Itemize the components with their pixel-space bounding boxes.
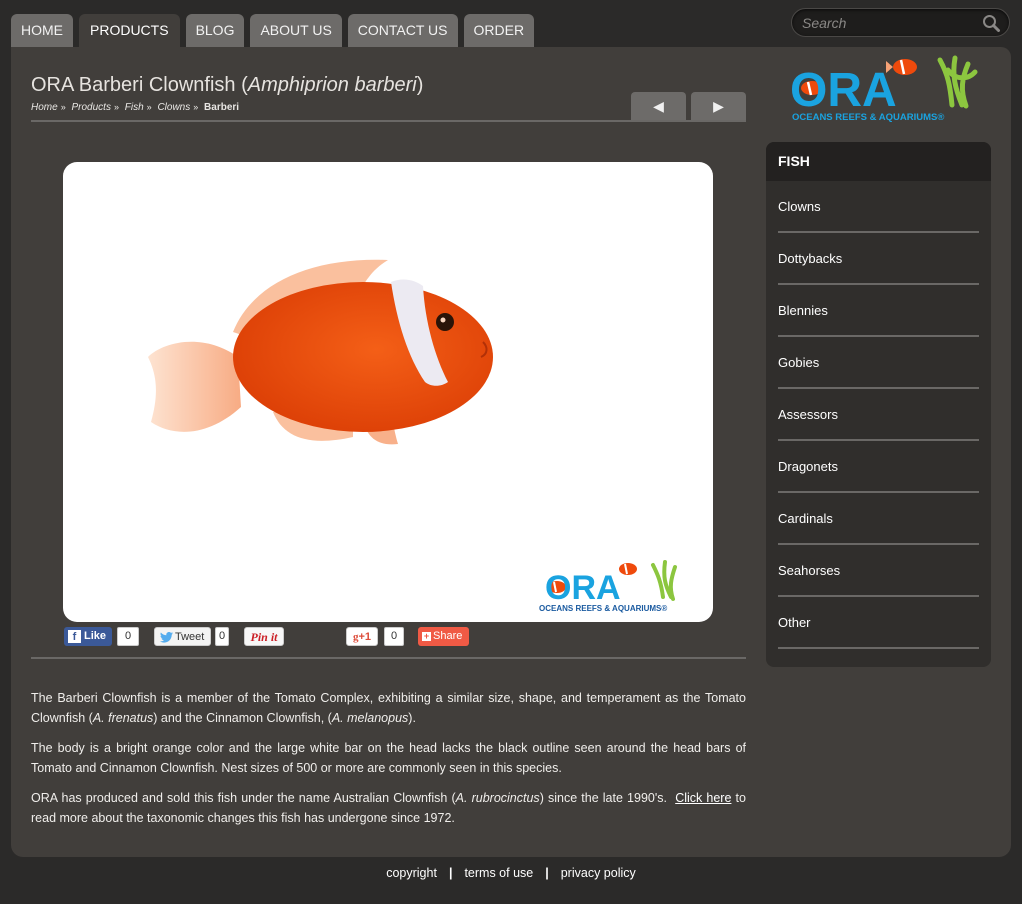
breadcrumb-products[interactable]: Products — [71, 102, 110, 113]
tweet-count: 0 — [215, 627, 229, 646]
twitter-icon — [160, 632, 173, 643]
svg-text:ORA: ORA — [790, 64, 897, 117]
main-nav: HOME PRODUCTS BLOG ABOUT US CONTACT US O… — [11, 14, 535, 47]
plus-icon: + — [422, 631, 431, 641]
product-photo: ORA OCEANS REEFS & AQUARIUMS® — [63, 162, 713, 622]
tweet-button[interactable]: Tweet — [154, 627, 211, 646]
nav-tab-order[interactable]: ORDER — [463, 14, 535, 47]
facebook-like-button[interactable]: f Like — [64, 627, 112, 646]
content-divider — [31, 657, 746, 659]
title-divider — [31, 120, 746, 122]
share-button[interactable]: + Share — [418, 627, 469, 646]
description-paragraph: The Barberi Clownfish is a member of the… — [31, 691, 746, 725]
description-paragraph: ORA has produced and sold this fish unde… — [31, 791, 746, 825]
like-count: 0 — [117, 627, 139, 646]
sidebar-item-seahorses[interactable]: Seahorses — [778, 545, 979, 597]
sidebar-item-other[interactable]: Other — [778, 597, 979, 649]
google-plus-button[interactable]: g+1 — [346, 627, 378, 646]
sidebar-item-clowns[interactable]: Clowns — [778, 181, 979, 233]
breadcrumb-current: Barberi — [204, 102, 240, 113]
nav-tab-contact-us[interactable]: CONTACT US — [347, 14, 458, 47]
clownfish-image — [148, 259, 493, 445]
sidebar-item-dottybacks[interactable]: Dottybacks — [778, 233, 979, 285]
nav-tab-products[interactable]: PRODUCTS — [79, 14, 180, 47]
sidebar-item-blennies[interactable]: Blennies — [778, 285, 979, 337]
search-icon[interactable] — [982, 14, 1000, 32]
breadcrumb-home[interactable]: Home — [31, 102, 58, 113]
nav-tab-blog[interactable]: BLOG — [185, 14, 245, 47]
copyright-link[interactable]: copyright — [386, 866, 437, 880]
sidebar-heading: FISH — [766, 142, 991, 181]
product-description: The Barberi Clownfish is a member of the… — [31, 688, 746, 838]
nav-tab-home[interactable]: HOME — [11, 14, 73, 47]
footer-separator: | — [545, 866, 549, 880]
pinterest-button[interactable]: Pin it — [244, 627, 284, 646]
ora-logo[interactable]: ORA OCEANS REEFS & AQUARIUMS® — [780, 50, 980, 125]
next-button[interactable]: ▶ — [691, 92, 746, 120]
breadcrumb-clowns[interactable]: Clowns — [157, 102, 190, 113]
sidebar-item-cardinals[interactable]: Cardinals — [778, 493, 979, 545]
previous-button[interactable]: ◀ — [631, 92, 686, 120]
terms-of-use-link[interactable]: terms of use — [464, 866, 533, 880]
breadcrumb-fish[interactable]: Fish — [125, 102, 144, 113]
nav-tab-about-us[interactable]: ABOUT US — [250, 14, 342, 47]
svg-text:OCEANS REEFS & AQUARIUMS®: OCEANS REEFS & AQUARIUMS® — [539, 604, 667, 613]
search-input[interactable] — [802, 14, 972, 32]
sidebar-item-assessors[interactable]: Assessors — [778, 389, 979, 441]
facebook-icon: f — [68, 630, 81, 643]
search-box — [791, 8, 1010, 37]
footer-separator: | — [448, 866, 453, 880]
svg-text:OCEANS REEFS & AQUARIUMS®: OCEANS REEFS & AQUARIUMS® — [792, 112, 944, 123]
click-here-link[interactable]: Click here — [675, 791, 731, 805]
privacy-policy-link[interactable]: privacy policy — [561, 866, 636, 880]
breadcrumb: Home» Products» Fish» Clowns» Barberi — [31, 102, 240, 113]
sidebar-item-gobies[interactable]: Gobies — [778, 337, 979, 389]
google-plus-count: 0 — [384, 627, 404, 646]
footer: copyright | terms of use | privacy policy — [0, 866, 1022, 880]
photo-ora-logo: ORA OCEANS REEFS & AQUARIUMS® — [533, 557, 693, 617]
sidebar-item-dragonets[interactable]: Dragonets — [778, 441, 979, 493]
description-paragraph: The body is a bright orange color and th… — [31, 741, 746, 775]
svg-text:ORA: ORA — [545, 569, 621, 607]
page-title: ORA Barberi Clownfish (Amphiprion barber… — [31, 74, 424, 96]
category-sidebar: FISH Clowns Dottybacks Blennies Gobies A… — [766, 142, 991, 667]
